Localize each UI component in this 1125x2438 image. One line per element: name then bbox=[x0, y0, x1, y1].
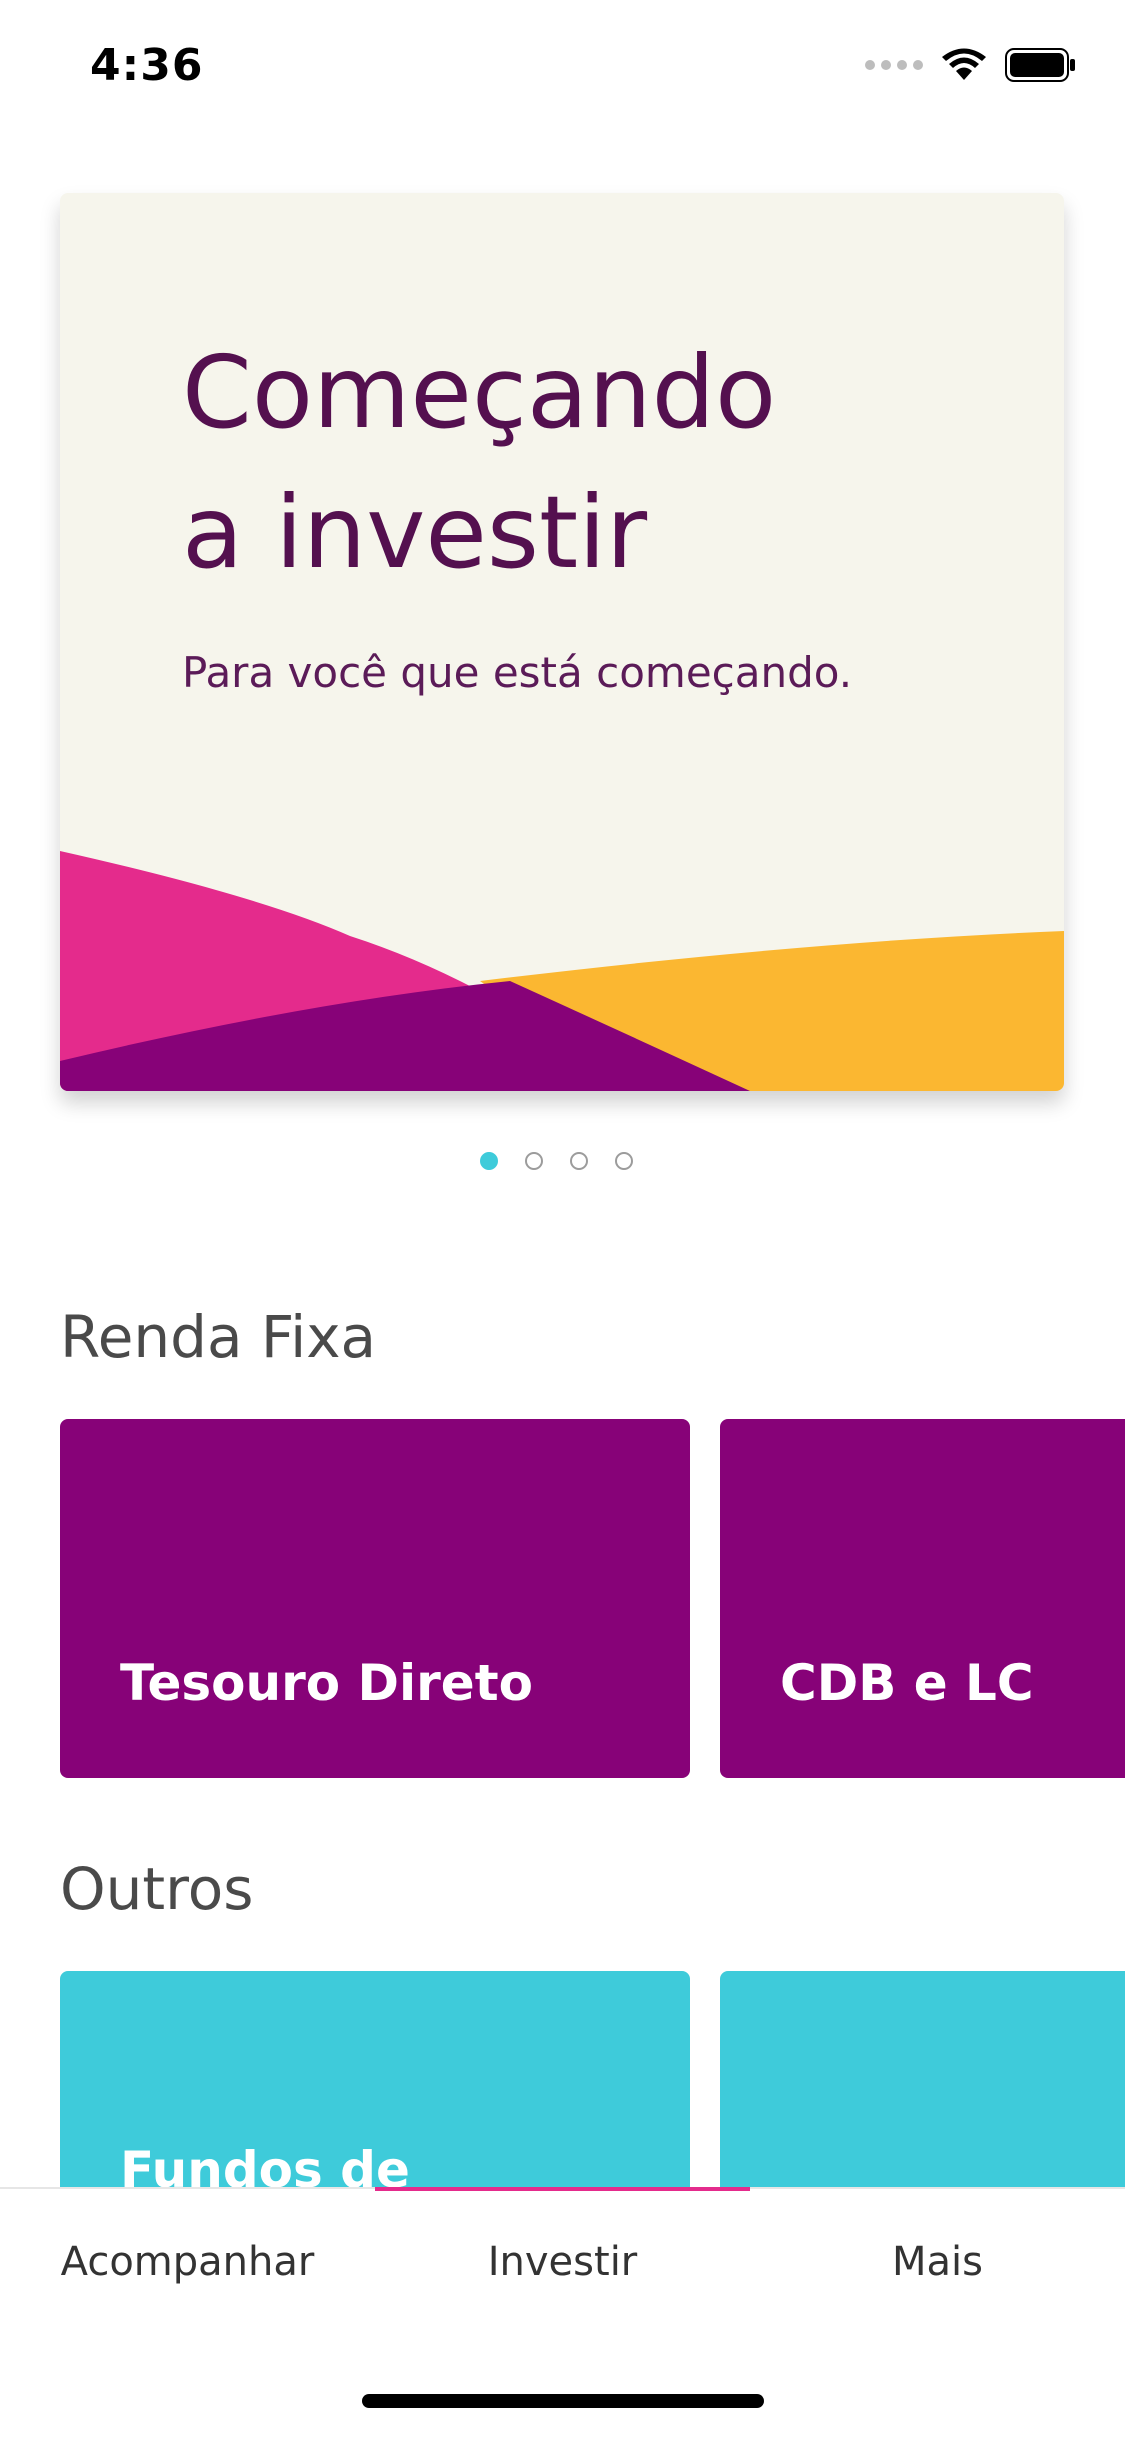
signal-icon bbox=[865, 60, 923, 70]
hero-title-line1: Começando bbox=[182, 334, 777, 451]
pager-dot-4[interactable] bbox=[615, 1152, 633, 1170]
tile-cdb-e-lc[interactable]: CDB e LC bbox=[720, 1419, 1125, 1778]
battery-icon bbox=[1005, 48, 1075, 82]
status-time: 4:36 bbox=[90, 40, 204, 91]
hero-subtitle: Para você que está começando. bbox=[182, 648, 853, 697]
pager-dot-1[interactable] bbox=[480, 1152, 498, 1170]
hero-title: Começando a investir bbox=[182, 323, 776, 603]
tab-mais[interactable]: Mais bbox=[750, 2239, 1125, 2285]
section-title-renda-fixa: Renda Fixa bbox=[60, 1303, 377, 1371]
tile-tesouro-direto[interactable]: Tesouro Direto bbox=[60, 1419, 690, 1778]
pager-dot-3[interactable] bbox=[570, 1152, 588, 1170]
hero-card-comecando-a-investir[interactable]: Começando a investir Para você que está … bbox=[60, 193, 1064, 1091]
pager-dot-2[interactable] bbox=[525, 1152, 543, 1170]
hero-wave-illustration bbox=[60, 851, 1064, 1091]
tile-label: Tesouro Direto bbox=[120, 1654, 533, 1712]
wifi-icon bbox=[942, 48, 986, 80]
tab-acompanhar[interactable]: Acompanhar bbox=[0, 2239, 375, 2285]
carousel-pager bbox=[480, 1152, 633, 1170]
tile-label: CDB e LC bbox=[780, 1654, 1034, 1712]
tab-investir[interactable]: Investir bbox=[375, 2239, 750, 2285]
home-indicator[interactable] bbox=[362, 2394, 764, 2408]
hero-title-line2: a investir bbox=[182, 474, 648, 591]
active-tab-indicator bbox=[375, 2187, 750, 2191]
status-icons bbox=[865, 48, 1077, 82]
section-title-outros: Outros bbox=[60, 1855, 254, 1923]
status-bar: 4:36 bbox=[0, 0, 1125, 130]
